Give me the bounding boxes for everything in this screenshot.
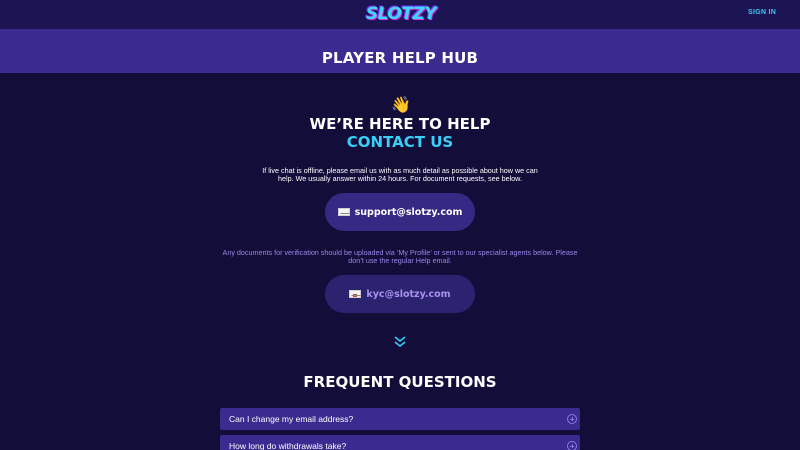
support-email-label: support@slotzy.com — [354, 206, 463, 218]
faq-question: How long do withdrawals take? — [229, 441, 347, 450]
kyc-email-button[interactable]: kyc@slotzy.com — [325, 275, 475, 313]
envelope-with-seal-icon — [349, 290, 362, 298]
faq-item[interactable]: Can I change my email address? — [220, 408, 580, 430]
faq-question: Can I change my email address? — [229, 414, 354, 424]
plus-circle-icon[interactable] — [567, 414, 577, 424]
contact-us-heading: CONTACT US — [346, 133, 454, 151]
envelope-icon — [337, 208, 350, 216]
slotzy-logo[interactable]: SLOTZY — [366, 2, 437, 26]
plus-circle-icon[interactable] — [567, 441, 577, 450]
faq-item[interactable]: How long do withdrawals take? — [220, 435, 580, 450]
hero-banner: PLAYER HELP HUB — [0, 29, 800, 73]
top-bar: SLOTZY SIGN IN — [0, 0, 800, 29]
double-chevron-down-icon[interactable] — [393, 335, 407, 349]
help-heading: WE’RE HERE TO HELP — [309, 115, 491, 133]
waving-hand-icon: 👋 — [391, 97, 411, 114]
kyc-email-label: kyc@slotzy.com — [366, 288, 451, 300]
contact-intro-text: If live chat is offline, please email us… — [262, 166, 538, 183]
sign-in-link[interactable]: SIGN IN — [748, 9, 776, 16]
page-title: PLAYER HELP HUB — [321, 49, 479, 67]
documents-note: Any documents for verification should be… — [222, 248, 578, 265]
support-email-button[interactable]: support@slotzy.com — [325, 193, 475, 231]
faq-heading: FREQUENT QUESTIONS — [303, 373, 497, 391]
